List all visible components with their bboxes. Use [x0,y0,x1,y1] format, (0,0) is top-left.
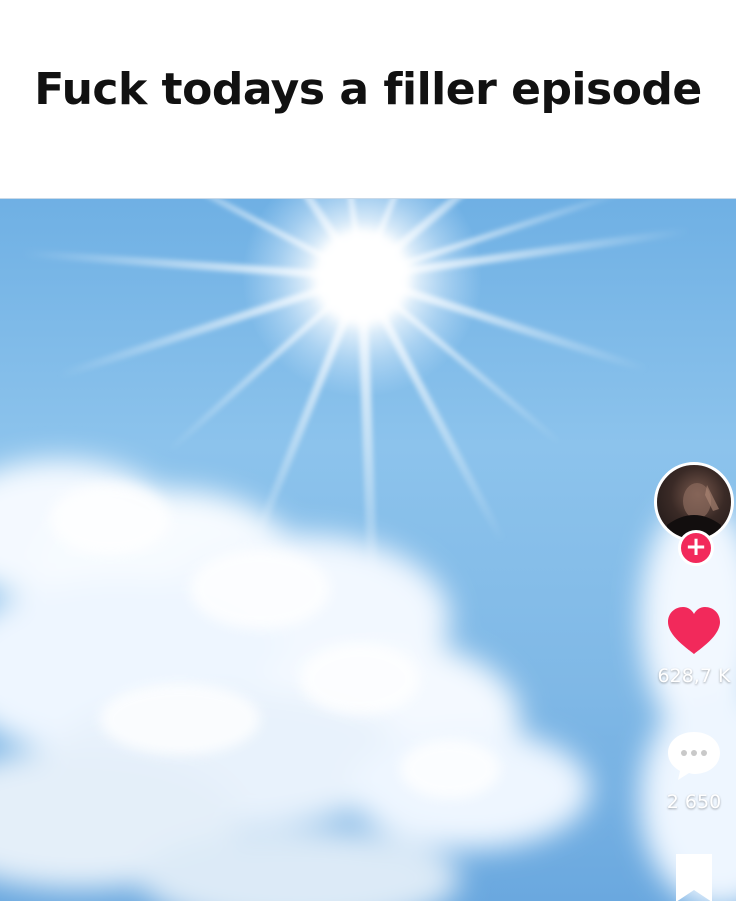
plus-icon: + [685,532,707,562]
creator-avatar-group: + [654,462,736,566]
heart-icon [668,607,720,654]
caption-area: Fuck todays a filler episode [0,0,736,198]
comment-count: 2 650 [666,791,722,813]
like-button[interactable]: 628,7 K [652,606,736,687]
action-rail: + 628,7 K 2 650 [626,198,736,901]
post-screen: Fuck todays a filler episode + 628,7 K 2… [0,0,736,901]
follow-button[interactable]: + [678,530,714,566]
comment-button[interactable]: 2 650 [652,730,736,813]
save-button[interactable] [652,852,736,901]
like-count: 628,7 K [657,665,731,687]
bookmark-icon [676,854,712,901]
avatar-image [667,483,721,539]
caption-text: Fuck todays a filler episode [34,64,702,115]
speech-bubble-icon [668,732,720,780]
